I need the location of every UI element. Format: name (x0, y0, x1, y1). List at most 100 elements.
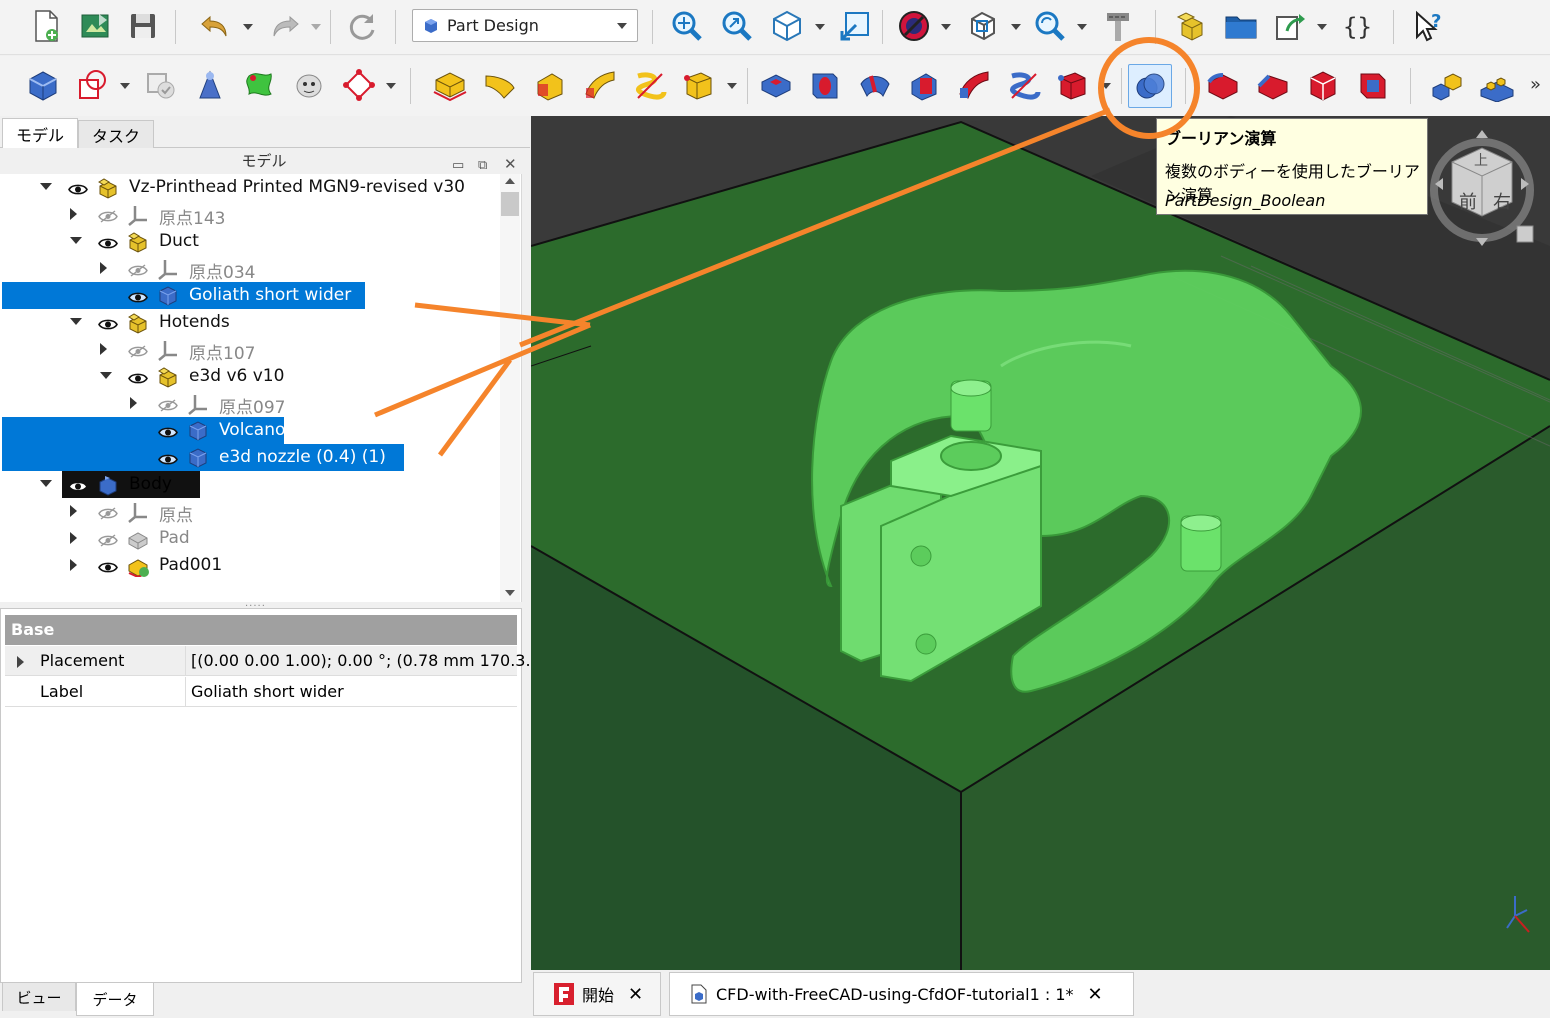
draft-icon[interactable] (1304, 66, 1342, 104)
redo-icon[interactable] (266, 7, 304, 45)
datum-point-icon[interactable] (191, 66, 229, 104)
additive-primitive-dropdown-icon[interactable] (727, 83, 737, 89)
tab-view[interactable]: ビュー (2, 983, 76, 1011)
nav-cube-top[interactable]: 上 (1474, 150, 1488, 170)
undo-icon[interactable] (196, 7, 234, 45)
eye-icon[interactable] (98, 559, 118, 573)
eye-hidden-icon[interactable] (98, 208, 118, 223)
sketch-dropdown-icon[interactable] (120, 83, 130, 89)
fillet-icon[interactable] (1204, 66, 1242, 104)
clone-icon[interactable] (290, 66, 328, 104)
chevron-right-icon[interactable] (100, 262, 107, 274)
pad-icon[interactable] (431, 66, 469, 104)
chevron-right-icon[interactable] (70, 505, 77, 517)
eye-icon[interactable] (128, 289, 148, 303)
chevron-right-icon[interactable] (70, 559, 77, 571)
draw-style-dropdown-icon[interactable] (941, 24, 951, 30)
eye-hidden-icon[interactable] (158, 397, 178, 412)
scroll-down-icon[interactable] (505, 590, 515, 596)
tree-item[interactable]: Volcano (0, 417, 500, 444)
measure-tool-icon[interactable] (1099, 7, 1137, 45)
hole-icon[interactable] (806, 66, 844, 104)
bounding-box-icon[interactable] (964, 7, 1002, 45)
workbench-selector[interactable]: Part Design (412, 9, 638, 42)
eye-icon[interactable] (98, 235, 118, 249)
chevron-right-icon[interactable] (130, 397, 137, 409)
chevron-down-icon[interactable] (40, 183, 52, 190)
tab-task[interactable]: タスク (78, 120, 154, 148)
link-icon[interactable] (1271, 7, 1309, 45)
tree-scrollbar[interactable] (500, 174, 520, 602)
additive-pipe-icon[interactable] (581, 66, 619, 104)
subtractive-helix-icon[interactable] (1005, 66, 1043, 104)
tree-item[interactable]: Pad001 (0, 552, 500, 579)
fit-all-icon[interactable] (668, 7, 706, 45)
redo-dropdown-icon[interactable] (311, 24, 321, 30)
tree-item[interactable]: Hotends (0, 309, 500, 336)
eye-icon[interactable] (158, 451, 178, 465)
draw-style-icon[interactable] (895, 7, 933, 45)
tab-model[interactable]: モデル (2, 118, 78, 148)
undo-dropdown-icon[interactable] (243, 24, 253, 30)
view-dropdown-icon[interactable] (815, 24, 825, 30)
tree-item[interactable]: Vz-Printhead Printed MGN9-revised v30 (0, 174, 500, 201)
eye-hidden-icon[interactable] (98, 532, 118, 547)
open-document-icon[interactable] (76, 7, 114, 45)
subtractive-box-icon[interactable] (1054, 66, 1092, 104)
chevron-down-icon[interactable] (70, 318, 82, 325)
scroll-up-icon[interactable] (505, 178, 515, 184)
fit-selection-icon[interactable] (718, 7, 756, 45)
tree-item[interactable]: e3d v6 v10 (0, 363, 500, 390)
tree-item[interactable]: e3d nozzle (0.4) (1) (0, 444, 500, 471)
property-value[interactable]: Goliath short wider (191, 682, 344, 701)
groove-icon[interactable] (856, 66, 894, 104)
close-icon[interactable]: ✕ (628, 984, 643, 1005)
scroll-thumb[interactable] (501, 192, 519, 216)
create-group-icon[interactable] (1222, 7, 1260, 45)
property-row-placement[interactable]: Placement [(0.00 0.00 1.00); 0.00 °; (0.… (5, 646, 541, 676)
revolution-icon[interactable] (481, 66, 519, 104)
tree-item[interactable]: Goliath short wider (0, 282, 500, 309)
create-sketch-icon[interactable] (74, 66, 112, 104)
datum-dropdown-icon[interactable] (386, 83, 396, 89)
additive-box-icon[interactable] (680, 66, 718, 104)
thickness-icon[interactable] (1354, 66, 1392, 104)
create-body-icon[interactable] (24, 66, 62, 104)
validate-sketch-icon[interactable] (142, 66, 180, 104)
pocket-icon[interactable] (757, 66, 795, 104)
mirrored-icon[interactable] (1428, 66, 1466, 104)
additive-loft-icon[interactable] (531, 66, 569, 104)
eye-hidden-icon[interactable] (98, 505, 118, 520)
chevron-right-icon[interactable] (70, 532, 77, 544)
shape-binder-icon[interactable] (241, 66, 279, 104)
link-dropdown-icon[interactable] (1317, 24, 1327, 30)
chevron-right-icon[interactable] (100, 343, 107, 355)
chevron-down-icon[interactable] (70, 237, 82, 244)
eye-icon[interactable] (128, 370, 148, 384)
tree-item[interactable]: 原点107 (0, 336, 500, 364)
isometric-view-icon[interactable] (768, 7, 806, 45)
bbox-dropdown-icon[interactable] (1011, 24, 1021, 30)
doc-tab-start[interactable]: 開始 ✕ (533, 972, 661, 1016)
eye-icon[interactable] (98, 316, 118, 330)
chevron-right-icon[interactable] (70, 208, 77, 220)
whats-this-icon[interactable]: ? (1409, 7, 1447, 45)
macro-icon[interactable]: {} (1338, 7, 1376, 45)
subtractive-loft-icon[interactable] (905, 66, 943, 104)
create-part-icon[interactable] (1172, 7, 1210, 45)
eye-hidden-icon[interactable] (128, 343, 148, 358)
subtractive-pipe-icon[interactable] (955, 66, 993, 104)
chevron-down-icon[interactable] (40, 480, 52, 487)
tree-item[interactable]: Body (0, 471, 500, 498)
datum-plane-icon[interactable] (340, 66, 378, 104)
property-value[interactable]: [(0.00 0.00 1.00); 0.00 °; (0.78 mm 170.… (191, 651, 541, 670)
expand-icon[interactable] (17, 656, 24, 668)
zoom-dropdown-icon[interactable] (1077, 24, 1087, 30)
toolbar-overflow-icon[interactable]: » (1530, 74, 1541, 95)
additive-helix-icon[interactable] (631, 66, 669, 104)
tree-item[interactable]: 原点097 (0, 390, 500, 418)
3d-viewport[interactable]: 上 前 右 (531, 116, 1550, 970)
chamfer-icon[interactable] (1254, 66, 1292, 104)
nav-cube-right[interactable]: 右 (1493, 188, 1511, 214)
eye-icon[interactable] (68, 181, 88, 195)
